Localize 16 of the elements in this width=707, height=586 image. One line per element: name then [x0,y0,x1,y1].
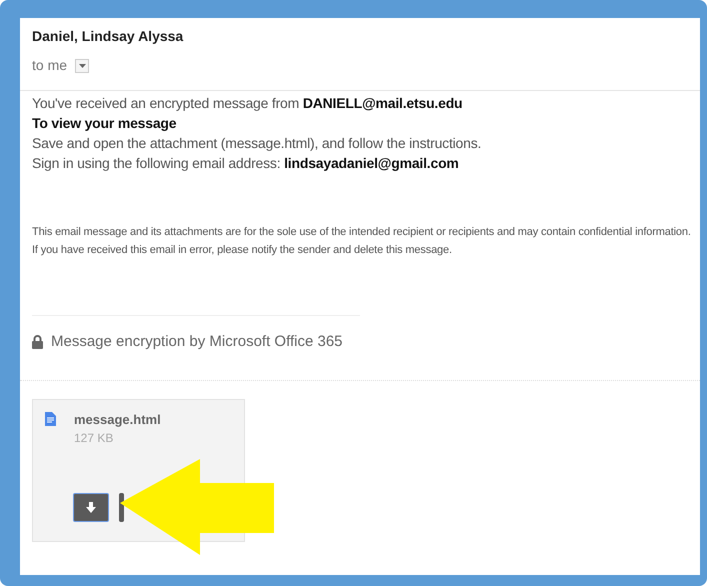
sender-name: Daniel, Lindsay Alyssa [32,27,184,46]
download-button[interactable] [73,492,109,522]
recipient-label: to me [32,56,68,75]
details-dropdown[interactable] [75,58,90,72]
message-line: Save and open the attachment (message.html), and follow the instructions. [32,134,482,153]
caret-icon [78,64,86,68]
lock-icon [32,335,43,350]
attachment-size: 127 KB [74,430,114,446]
attachment-name: message.html [74,410,161,429]
message-line: You've received an encrypted message from DANIELL@mail.etsu.edu [32,94,464,113]
disclaimer-text: This email message and its attachments are for the sole use of the intended recipient or recipients and may contain confidential information. If you have received this email in error, please notify the sender and delete this message. [32,225,692,258]
download-icon [86,502,96,512]
message-line: Sign in using the following email address: lindsayadaniel@gmail.com [32,154,460,173]
document-icon [45,412,56,426]
encryption-note: Message encryption by Microsoft Office 365 [51,332,343,352]
message-line: To view your message [32,114,178,133]
